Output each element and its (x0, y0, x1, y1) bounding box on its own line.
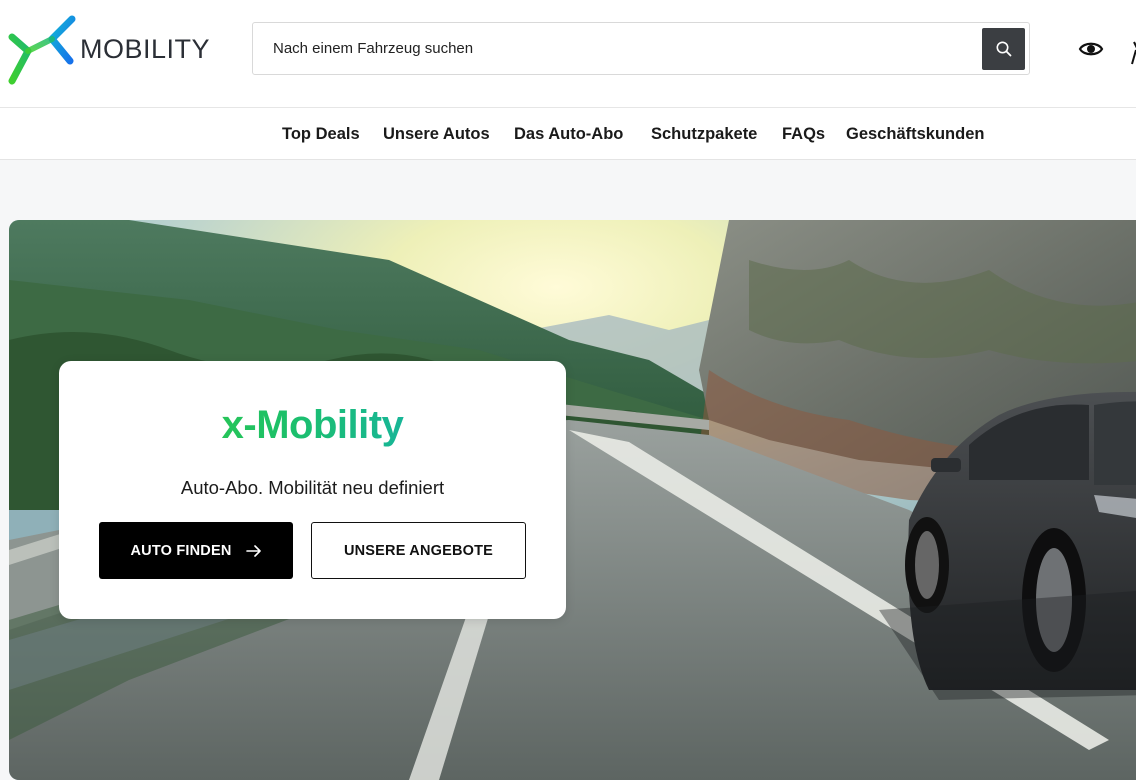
eye-icon[interactable] (1078, 37, 1104, 61)
search-button[interactable] (982, 28, 1025, 70)
nav-item-das-auto-abo[interactable]: Das Auto-Abo (514, 125, 623, 144)
unsere-angebote-button[interactable]: UNSERE ANGEBOTE (311, 522, 526, 579)
nav-item-geschaeftskunden[interactable]: Geschäftskunden (846, 125, 984, 144)
nav-item-unsere-autos[interactable]: Unsere Autos (383, 125, 490, 144)
nav-item-faqs[interactable]: FAQs (782, 125, 825, 144)
search-input[interactable] (253, 23, 973, 74)
search-icon (996, 41, 1011, 57)
partial-icon[interactable] (1128, 40, 1136, 68)
search-bar (252, 22, 1030, 75)
unsere-angebote-label: UNSERE ANGEBOTE (343, 542, 494, 559)
nav-item-top-deals[interactable]: Top Deals (282, 125, 360, 144)
logo-mark-icon (8, 15, 76, 85)
brand-logo[interactable]: MOBILITY (8, 15, 218, 85)
hero-title: x-Mobility (59, 403, 566, 448)
auto-finden-button[interactable]: AUTO FINDEN (99, 522, 293, 579)
site-header: MOBILITY (0, 0, 1136, 108)
brand-logo-text: MOBILITY (80, 34, 211, 64)
hero-subtitle: Auto-Abo. Mobilität neu definiert (180, 477, 445, 498)
main-navigation: Top Deals Unsere Autos Das Auto-Abo Schu… (0, 108, 1136, 160)
hero-card: x-Mobility Auto-Abo. Mobilität neu defin… (59, 361, 566, 619)
nav-item-schutzpakete[interactable]: Schutzpakete (651, 125, 757, 144)
arrow-right-icon (245, 544, 261, 557)
auto-finden-label: AUTO FINDEN (130, 542, 232, 559)
